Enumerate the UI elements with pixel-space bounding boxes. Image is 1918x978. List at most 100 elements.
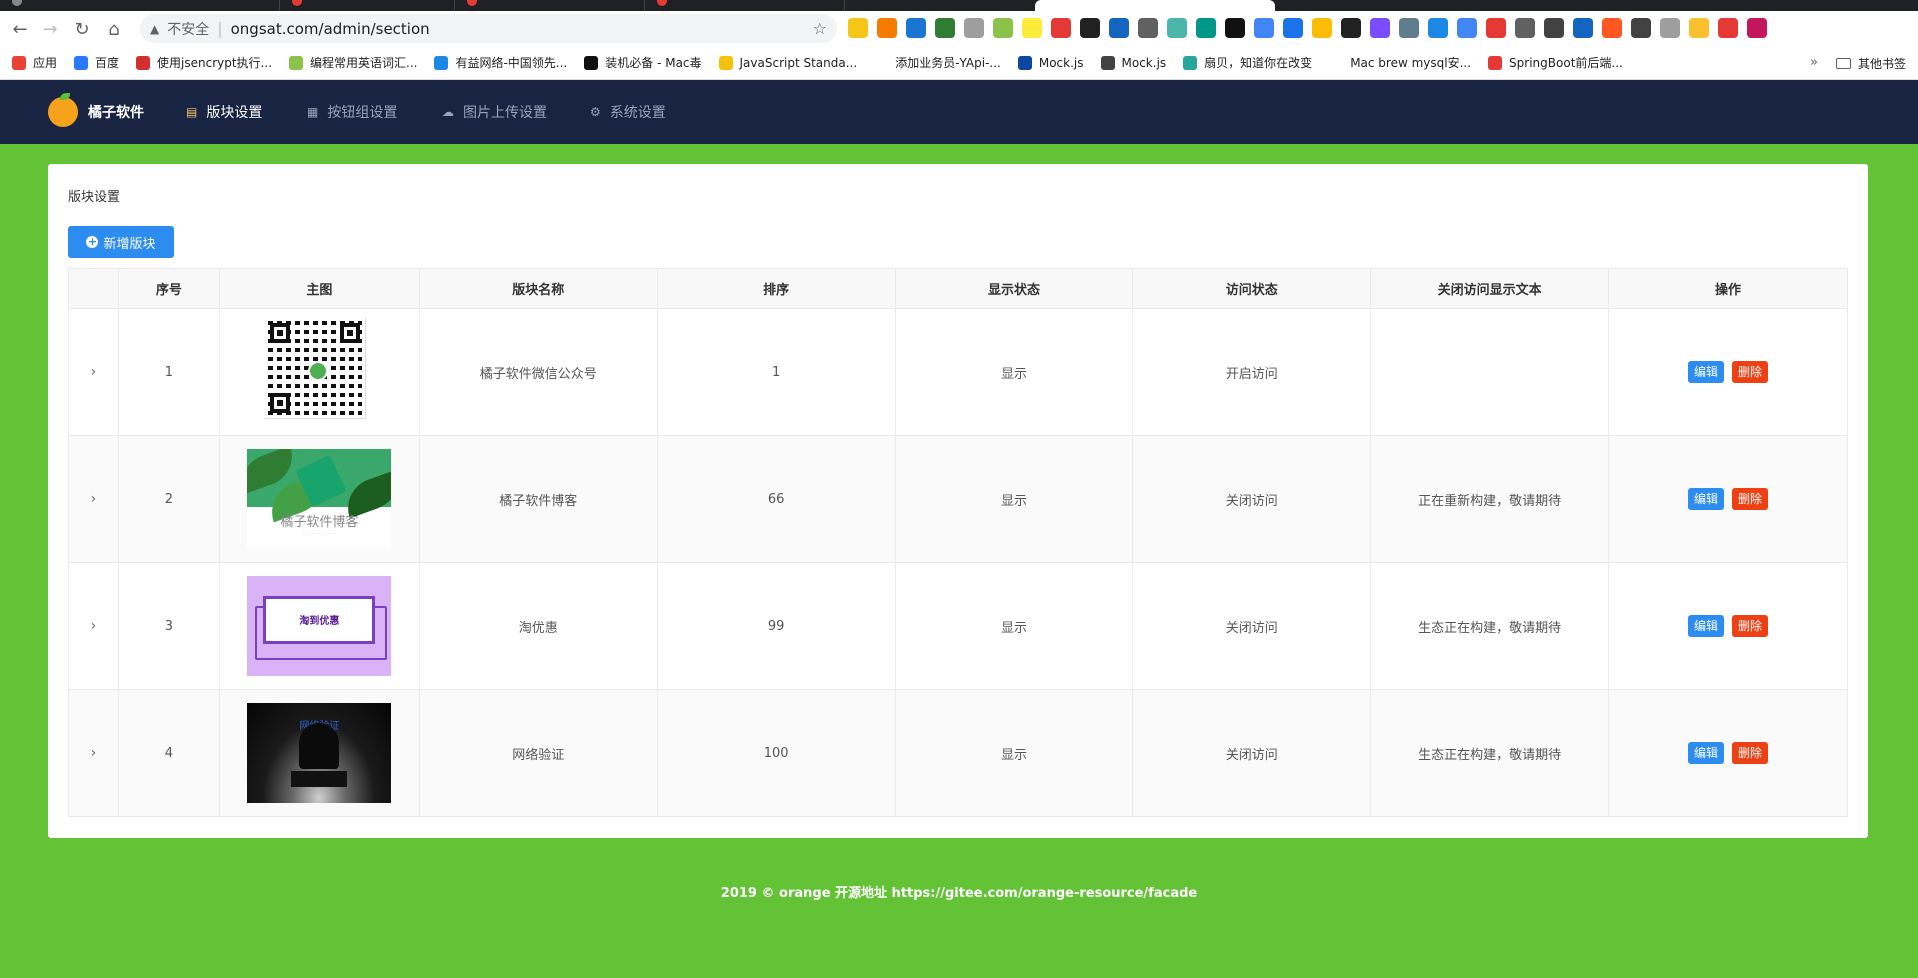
expand-row-icon[interactable]: › xyxy=(91,745,97,761)
extension-icon[interactable] xyxy=(1341,18,1361,38)
qr-code-image xyxy=(265,318,373,426)
extension-icon[interactable] xyxy=(964,18,984,38)
row-image-cell xyxy=(218,308,420,436)
bookmark-item[interactable]: JavaScript Standa... xyxy=(718,55,857,70)
nav-item-label: 版块设置 xyxy=(206,105,263,121)
back-arrow-icon[interactable]: ← xyxy=(8,17,32,41)
sort-order: 99 xyxy=(656,562,896,690)
url-text[interactable]: ongsat.com/admin/section xyxy=(231,20,430,38)
cloud-upload-icon: ☁ xyxy=(442,105,454,119)
extension-icon[interactable] xyxy=(935,18,955,38)
bookmark-favicon-icon xyxy=(874,55,889,70)
nav-item-grid[interactable]: ▦ 按钮组设置 xyxy=(307,80,397,144)
extension-icon[interactable] xyxy=(1573,18,1593,38)
extension-icon[interactable] xyxy=(1602,18,1622,38)
browser-tab[interactable] xyxy=(455,0,645,11)
add-section-button[interactable]: + 新增版块 xyxy=(68,226,174,258)
other-bookmarks-folder[interactable]: 其他书签 xyxy=(1835,46,1906,80)
expand-row-icon[interactable]: › xyxy=(91,491,97,507)
expand-row-icon[interactable]: › xyxy=(91,364,97,380)
nav-item-gear[interactable]: ⚙ 系统设置 xyxy=(590,80,666,144)
extension-icon[interactable] xyxy=(906,18,926,38)
edit-button[interactable]: 编辑 xyxy=(1688,361,1725,383)
sort-order: 100 xyxy=(656,689,896,817)
bookmark-item[interactable]: 添加业务员-YApi-... xyxy=(874,54,1001,71)
extension-icon[interactable] xyxy=(1660,18,1680,38)
home-icon[interactable]: ⌂ xyxy=(102,17,126,41)
extension-icon[interactable] xyxy=(1196,18,1216,38)
delete-button[interactable]: 删除 xyxy=(1732,488,1769,510)
nav-item-list[interactable]: ▤ 版块设置 xyxy=(186,80,262,144)
bookmark-item[interactable]: 编程常用英语词汇... xyxy=(289,54,417,71)
nav-item-label: 按钮组设置 xyxy=(327,105,398,121)
nav-item-cloud-upload[interactable]: ☁ 图片上传设置 xyxy=(442,80,547,144)
extension-icon[interactable] xyxy=(1544,18,1564,38)
bookmark-item[interactable]: 扇贝，知道你在改变 xyxy=(1183,54,1312,71)
delete-button[interactable]: 删除 xyxy=(1732,742,1769,764)
extensions-toolbar xyxy=(848,16,1767,40)
extension-icon[interactable] xyxy=(1312,18,1332,38)
bookmark-item[interactable]: 应用 xyxy=(12,54,57,71)
reload-icon[interactable]: ↻ xyxy=(70,17,94,41)
bookmark-star-icon[interactable]: ☆ xyxy=(813,19,827,38)
extension-icon[interactable] xyxy=(1254,18,1274,38)
page-title: 版块设置 xyxy=(68,190,121,205)
bookmark-item[interactable]: Mac brew mysql安... xyxy=(1329,54,1471,71)
column-header: 访问状态 xyxy=(1132,268,1372,309)
bookmark-item[interactable]: 百度 xyxy=(74,54,119,71)
extension-icon[interactable] xyxy=(1283,18,1303,38)
bookmark-item[interactable]: Mock.js xyxy=(1017,55,1084,70)
extension-icon[interactable] xyxy=(1486,18,1506,38)
extension-icon[interactable] xyxy=(1138,18,1158,38)
address-bar[interactable]: ▲ 不安全 | ongsat.com/admin/section ☆ xyxy=(140,14,837,43)
bookmark-item[interactable]: 有益网络-中国领先... xyxy=(434,54,567,71)
extension-icon[interactable] xyxy=(1457,18,1477,38)
app-logo[interactable]: 橘子软件 xyxy=(48,93,144,127)
bookmark-item[interactable]: Mock.js xyxy=(1100,55,1166,70)
extension-icon[interactable] xyxy=(1022,18,1042,38)
bookmark-label: 百度 xyxy=(95,56,120,70)
row-image-cell: 淘到优惠 xyxy=(218,562,420,690)
browser-tab[interactable] xyxy=(0,0,280,11)
edit-button[interactable]: 编辑 xyxy=(1688,742,1725,764)
row-image-cell: 橘子软件博客 · · · · · · · · · · · xyxy=(218,435,420,563)
expand-row-icon[interactable]: › xyxy=(91,618,97,634)
bookmark-favicon-icon xyxy=(12,55,26,70)
bookmark-favicon-icon xyxy=(718,55,733,70)
insecure-label: 不安全 xyxy=(167,21,210,38)
extension-icon[interactable] xyxy=(848,18,868,38)
delete-button[interactable]: 删除 xyxy=(1732,615,1769,637)
bookmark-item[interactable]: SpringBoot前后端... xyxy=(1488,54,1623,71)
browser-tab[interactable] xyxy=(280,0,455,11)
app-header: 橘子软件 ▤ 版块设置 ▦ 按钮组设置 ☁ 图片上传设置 ⚙ 系统设置 xyxy=(0,80,1918,144)
extension-icon[interactable] xyxy=(1689,18,1709,38)
bookmark-item[interactable]: 装机必备 - Mac毒 xyxy=(584,54,702,71)
extension-icon[interactable] xyxy=(1225,18,1245,38)
edit-button[interactable]: 编辑 xyxy=(1688,615,1725,637)
extension-icon[interactable] xyxy=(1051,18,1071,38)
bookmarks-overflow-icon[interactable]: » xyxy=(1810,55,1818,70)
extension-icon[interactable] xyxy=(1080,18,1100,38)
browser-tab-strip xyxy=(0,0,1918,11)
active-browser-tab[interactable] xyxy=(1035,0,1275,11)
extension-icon[interactable] xyxy=(877,18,897,38)
extension-icon[interactable] xyxy=(1109,18,1129,38)
closed-access-text: 生态正在构建，敬请期待 xyxy=(1370,562,1610,690)
bookmark-label: 扇贝，知道你在改变 xyxy=(1204,56,1313,70)
extension-icon[interactable] xyxy=(1399,18,1419,38)
display-status: 显示 xyxy=(894,689,1134,817)
delete-button[interactable]: 删除 xyxy=(1732,361,1769,383)
browser-tab[interactable] xyxy=(645,0,845,11)
extension-icon[interactable] xyxy=(1167,18,1187,38)
extension-icon[interactable] xyxy=(1428,18,1448,38)
extension-icon[interactable] xyxy=(1370,18,1390,38)
bookmark-item[interactable]: 使用jsencrypt执行... xyxy=(136,54,272,71)
extension-icon[interactable] xyxy=(1747,18,1767,38)
extension-icon[interactable] xyxy=(1515,18,1535,38)
edit-button[interactable]: 编辑 xyxy=(1688,488,1725,510)
extension-icon[interactable] xyxy=(993,18,1013,38)
extension-icon[interactable] xyxy=(1631,18,1651,38)
extension-icon[interactable] xyxy=(1718,18,1738,38)
bookmark-favicon-icon xyxy=(1017,55,1032,70)
forward-arrow-icon[interactable]: → xyxy=(38,17,62,41)
